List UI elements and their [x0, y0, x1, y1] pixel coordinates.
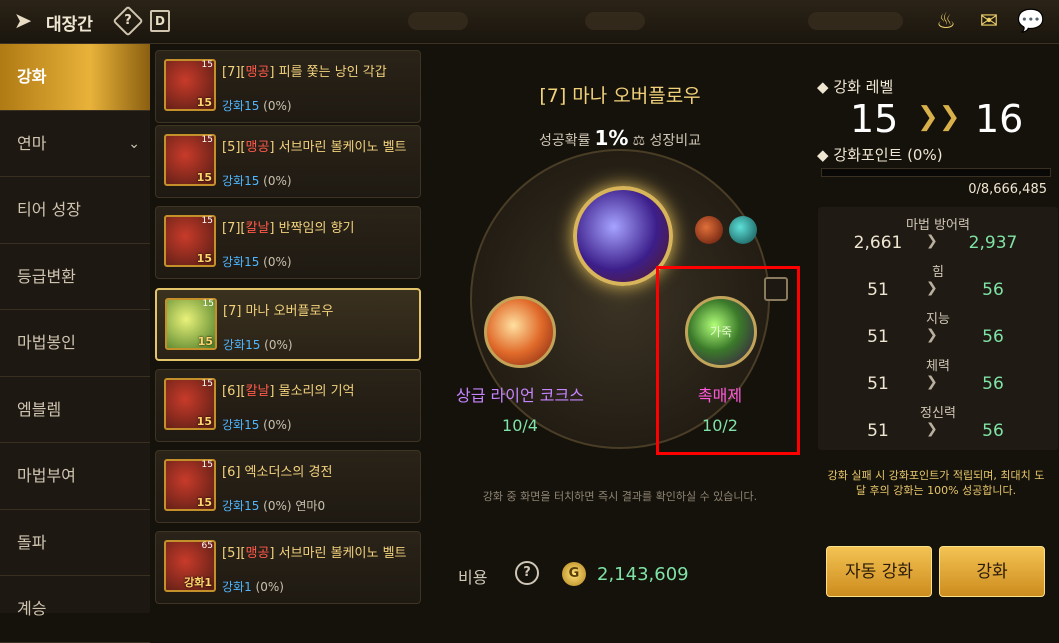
- upgrade-button[interactable]: 강화: [939, 546, 1045, 597]
- item-name: [5][맹공] 서브마린 볼케이노 벨트: [222, 546, 407, 561]
- gold-coin-icon: G: [562, 562, 586, 586]
- arrow-icon: ❯: [926, 280, 938, 296]
- mail-icon[interactable]: ✉: [975, 9, 1003, 35]
- item-status: 강화15 (0%): [222, 174, 292, 188]
- chat-icon[interactable]: 💬: [1017, 9, 1045, 35]
- cost-value: 2,143,609: [597, 564, 689, 585]
- item-name: [6][칼날] 물소리의 기억: [222, 384, 355, 399]
- help-icon[interactable]: ?: [112, 5, 144, 37]
- item-thumbnail: 15 15: [164, 378, 216, 430]
- item-status: 강화15 (0%): [222, 99, 292, 113]
- pot-icon[interactable]: ♨: [932, 9, 960, 35]
- item-name: [7] 마나 오버플로우: [223, 304, 334, 319]
- sidebar-item-enchant[interactable]: 마법부여: [0, 443, 150, 510]
- calendar-d-icon[interactable]: D: [150, 10, 170, 32]
- highlight-box: [656, 266, 800, 455]
- chevron-down-icon: ⌄: [128, 135, 140, 152]
- point-value: 0/8,666,485: [968, 182, 1047, 197]
- item-status: 강화15 (0%): [222, 255, 292, 269]
- list-item[interactable]: 65 강화1 [5][맹공] 서브마린 볼케이노 벨트 강화1 (0%): [155, 531, 421, 604]
- sidebar: 강화 연마 ⌄ 티어 성장 등급변환 마법봉인 엠블렘 마법부여 돌파 계승: [0, 44, 150, 643]
- item-status: 강화1 (0%): [222, 580, 284, 594]
- item-name: [6] 엑소더스의 경전: [222, 465, 333, 480]
- currency-blurred: [585, 12, 645, 30]
- sidebar-item-polish[interactable]: 연마 ⌄: [0, 111, 150, 177]
- arrow-icon: ❯: [926, 327, 938, 343]
- item-status: 강화15 (0%) 연마0: [222, 499, 326, 513]
- stat-row: 정신력 51 ❯ 56: [867, 406, 1004, 441]
- stat-table: 마법 방어력 2,661 ❯ 2,937 힘 51 ❯ 56 지능 51 ❯ 56 체력 51 ❯ 56…: [818, 207, 1058, 450]
- level-from: 15: [850, 97, 899, 141]
- arrow-icon: ❯: [926, 374, 938, 390]
- item-name: [7][맹공] 피를 쫓는 낭인 각갑: [222, 65, 387, 80]
- stat-row: 지능 51 ❯ 56: [867, 312, 1004, 347]
- sidebar-item-breakthrough[interactable]: 돌파: [0, 510, 150, 576]
- success-rate: 성공확률 1% ⚖ 성장비교: [538, 126, 702, 150]
- list-item[interactable]: 15 15 [7][맹공] 피를 쫓는 낭인 각갑 강화15 (0%): [155, 50, 421, 123]
- cost-help-icon[interactable]: ?: [515, 561, 539, 585]
- upgrade-panel: [7] 마나 오버플로우 성공확률 1% ⚖ 성장비교 가죽 상급 라이언 코크스 …: [423, 44, 817, 613]
- material1-count: 10/4: [502, 416, 538, 435]
- item-status: 강화15 (0%): [222, 418, 292, 432]
- list-item[interactable]: 15 15 [6] 엑소더스의 경전 강화15 (0%) 연마0: [155, 450, 421, 523]
- cost-label: 비용: [458, 568, 488, 587]
- red-gem-icon: [695, 216, 723, 244]
- sidebar-item-grade[interactable]: 등급변환: [0, 244, 150, 310]
- item-thumbnail: 15 15: [164, 59, 216, 111]
- point-progress-bar: [821, 168, 1051, 177]
- item-thumbnail: 65 강화1: [164, 540, 216, 592]
- sidebar-item-seal[interactable]: 마법봉인: [0, 310, 150, 377]
- currency-blurred: [808, 12, 903, 30]
- material-orb-coke[interactable]: [484, 296, 556, 368]
- page-title: 대장간: [46, 15, 93, 35]
- list-item[interactable]: 15 15 [6][칼날] 물소리의 기억 강화15 (0%): [155, 369, 421, 442]
- list-item[interactable]: 15 15 [5][맹공] 서브마린 볼케이노 벨트 강화15 (0%): [155, 125, 421, 198]
- stat-row: 힘 51 ❯ 56: [867, 265, 1004, 300]
- compare-button[interactable]: ⚖ 성장비교: [632, 133, 701, 149]
- selected-item-title: [7] 마나 오버플로우: [539, 85, 701, 107]
- fail-note: 강화 실패 시 강화포인트가 적립되며, 최대치 도달 후의 강화는 100% …: [827, 469, 1045, 497]
- point-title: ◆ 강화포인트 (0%): [817, 146, 943, 164]
- list-item[interactable]: 15 15 [7][칼날] 반짝임의 향기 강화15 (0%): [155, 206, 421, 279]
- sidebar-item-inherit[interactable]: 계승: [0, 576, 150, 643]
- auto-upgrade-button[interactable]: 자동 강화: [826, 546, 932, 597]
- item-name: [5][맹공] 서브마린 볼케이노 벨트: [222, 140, 407, 155]
- currency-blurred: [408, 12, 468, 30]
- material1-name: 상급 라이언 코크스: [456, 386, 584, 405]
- item-thumbnail: 15 15: [164, 215, 216, 267]
- item-thumbnail: 15 15: [165, 298, 217, 350]
- arrow-icon: ❯: [926, 233, 938, 249]
- double-arrow-icon: ❯❯: [917, 102, 961, 132]
- item-thumbnail: 15 15: [164, 134, 216, 186]
- level-title: ◆ 강화 레벨: [817, 78, 894, 96]
- top-bar: ➤ 대장간 ? D ♨ ✉ 💬: [0, 0, 1059, 44]
- list-item-selected[interactable]: 15 15 [7] 마나 오버플로우 강화15 (0%): [155, 288, 421, 361]
- sidebar-item-emblem[interactable]: 엠블렘: [0, 377, 150, 443]
- back-arrow-icon[interactable]: ➤: [8, 8, 38, 36]
- level-to: 16: [975, 97, 1024, 141]
- item-list: 15 15 [7][맹공] 피를 쫓는 낭인 각갑 강화15 (0%) 15 15 …: [153, 44, 423, 613]
- sidebar-item-tier[interactable]: 티어 성장: [0, 177, 150, 244]
- touch-hint: 강화 중 화면을 터치하면 즉시 결과를 확인하실 수 있습니다.: [482, 490, 758, 503]
- stat-row: 체력 51 ❯ 56: [867, 359, 1004, 394]
- sidebar-item-upgrade[interactable]: 강화: [0, 44, 150, 111]
- stat-row: 마법 방어력 2,661 ❯ 2,937: [853, 218, 1018, 253]
- item-name: [7][칼날] 반짝임의 향기: [222, 221, 355, 236]
- item-status: 강화15 (0%): [223, 338, 293, 352]
- teal-gem-icon: [729, 216, 757, 244]
- info-panel: ◆ 강화 레벨 15 ❯❯ 16 ◆ 강화포인트 (0%) 0/8,666,48…: [817, 44, 1059, 613]
- item-thumbnail: 15 15: [164, 459, 216, 511]
- arrow-icon: ❯: [926, 421, 938, 437]
